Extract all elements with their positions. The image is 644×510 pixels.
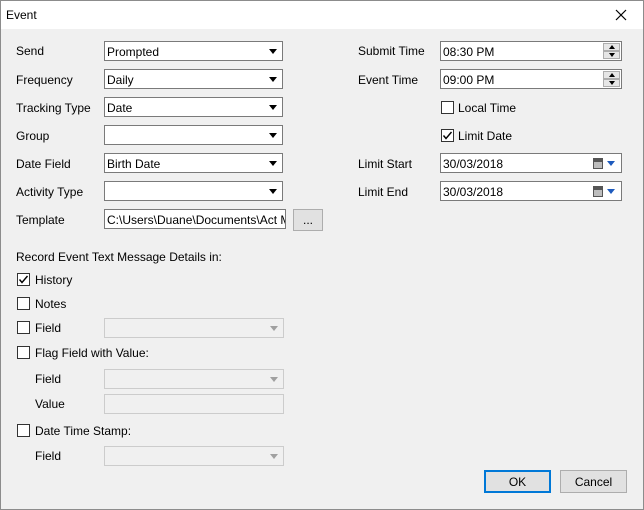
dropdown-arrow-icon[interactable] (265, 370, 283, 388)
limit-end-date-picker[interactable]: 30/03/2018 (440, 181, 622, 201)
frequency-label: Frequency (16, 73, 73, 87)
field-checkbox[interactable] (17, 321, 30, 334)
local-time-checkbox[interactable] (441, 101, 454, 114)
flag-field-checkbox[interactable] (17, 346, 30, 359)
ok-button[interactable]: OK (484, 470, 551, 493)
title-bar: Event (1, 1, 643, 29)
dropdown-arrow-icon[interactable] (264, 98, 282, 116)
flag-field-field-combo[interactable] (104, 369, 284, 389)
date-field-label: Date Field (16, 157, 71, 171)
template-path-value: C:\Users\Duane\Documents\Act Mc (107, 213, 286, 227)
group-combo[interactable] (104, 125, 283, 145)
flag-value-label: Value (35, 397, 65, 411)
flag-value-input[interactable] (104, 394, 284, 414)
record-heading: Record Event Text Message Details in: (16, 250, 222, 264)
notes-checkbox[interactable] (17, 297, 30, 310)
close-icon (615, 9, 627, 21)
calendar-icon (593, 158, 603, 169)
spin-down-icon[interactable] (603, 51, 620, 59)
submit-time-value: 08:30 PM (443, 45, 495, 59)
event-time-label: Event Time (358, 73, 419, 87)
dropdown-arrow-icon[interactable] (264, 154, 282, 172)
field-combo[interactable] (104, 318, 284, 338)
frequency-value: Daily (107, 73, 134, 87)
notes-label: Notes (35, 297, 67, 311)
spin-down-icon[interactable] (603, 79, 620, 87)
stamp-field-label: Field (35, 449, 62, 463)
dropdown-arrow-icon[interactable] (265, 447, 283, 465)
checkmark-icon (18, 275, 29, 284)
window-title: Event (6, 8, 37, 22)
template-label: Template (16, 213, 65, 227)
stamp-field-combo[interactable] (104, 446, 284, 466)
event-time-input[interactable]: 09:00 PM (440, 69, 622, 89)
date-time-stamp-checkbox[interactable] (17, 424, 30, 437)
limit-date-checkbox[interactable] (441, 129, 454, 142)
spin-up-icon[interactable] (603, 71, 620, 79)
flag-field-label: Flag Field with Value: (35, 346, 149, 360)
submit-time-label: Submit Time (358, 44, 425, 58)
dropdown-arrow-icon (607, 189, 615, 194)
limit-start-date-picker[interactable]: 30/03/2018 (440, 153, 622, 173)
limit-date-label: Limit Date (458, 129, 513, 143)
limit-start-label: Limit Start (358, 157, 413, 171)
frequency-combo[interactable]: Daily (104, 69, 283, 89)
history-label: History (35, 273, 73, 287)
limit-start-value: 30/03/2018 (443, 157, 504, 171)
event-dialog: Event Send Prompted Frequency Daily Trac… (0, 0, 644, 510)
checkmark-icon (442, 131, 453, 140)
history-checkbox[interactable] (17, 273, 30, 286)
calendar-icon (593, 186, 603, 197)
event-time-spinner[interactable] (603, 71, 620, 87)
dropdown-arrow-icon[interactable] (264, 126, 282, 144)
close-button[interactable] (603, 1, 639, 29)
dropdown-arrow-icon[interactable] (265, 319, 283, 337)
template-path-input[interactable]: C:\Users\Duane\Documents\Act Mc (104, 209, 286, 229)
dropdown-arrow-icon[interactable] (264, 42, 282, 60)
dropdown-arrow-icon[interactable] (264, 182, 282, 200)
activity-type-combo[interactable] (104, 181, 283, 201)
limit-start-calendar-button[interactable] (593, 156, 619, 171)
spin-up-icon[interactable] (603, 43, 620, 51)
date-time-stamp-label: Date Time Stamp: (35, 424, 132, 438)
date-field-combo[interactable]: Birth Date (104, 153, 283, 173)
group-label: Group (16, 129, 50, 143)
event-time-value: 09:00 PM (443, 73, 495, 87)
local-time-label: Local Time (458, 101, 517, 115)
send-value: Prompted (107, 45, 160, 59)
submit-time-spinner[interactable] (603, 43, 620, 59)
send-combo[interactable]: Prompted (104, 41, 283, 61)
field-label: Field (35, 321, 62, 335)
cancel-button[interactable]: Cancel (560, 470, 627, 493)
browse-button[interactable]: ... (293, 209, 323, 231)
dropdown-arrow-icon[interactable] (264, 70, 282, 88)
limit-end-label: Limit End (358, 185, 409, 199)
limit-end-calendar-button[interactable] (593, 184, 619, 199)
tracking-type-label: Tracking Type (16, 101, 91, 115)
flag-field-field-label: Field (35, 372, 62, 386)
activity-type-label: Activity Type (16, 185, 84, 199)
date-field-value: Birth Date (107, 157, 161, 171)
dropdown-arrow-icon (607, 161, 615, 166)
tracking-type-combo[interactable]: Date (104, 97, 283, 117)
send-label: Send (16, 44, 45, 58)
limit-end-value: 30/03/2018 (443, 185, 504, 199)
submit-time-input[interactable]: 08:30 PM (440, 41, 622, 61)
tracking-type-value: Date (107, 101, 133, 115)
